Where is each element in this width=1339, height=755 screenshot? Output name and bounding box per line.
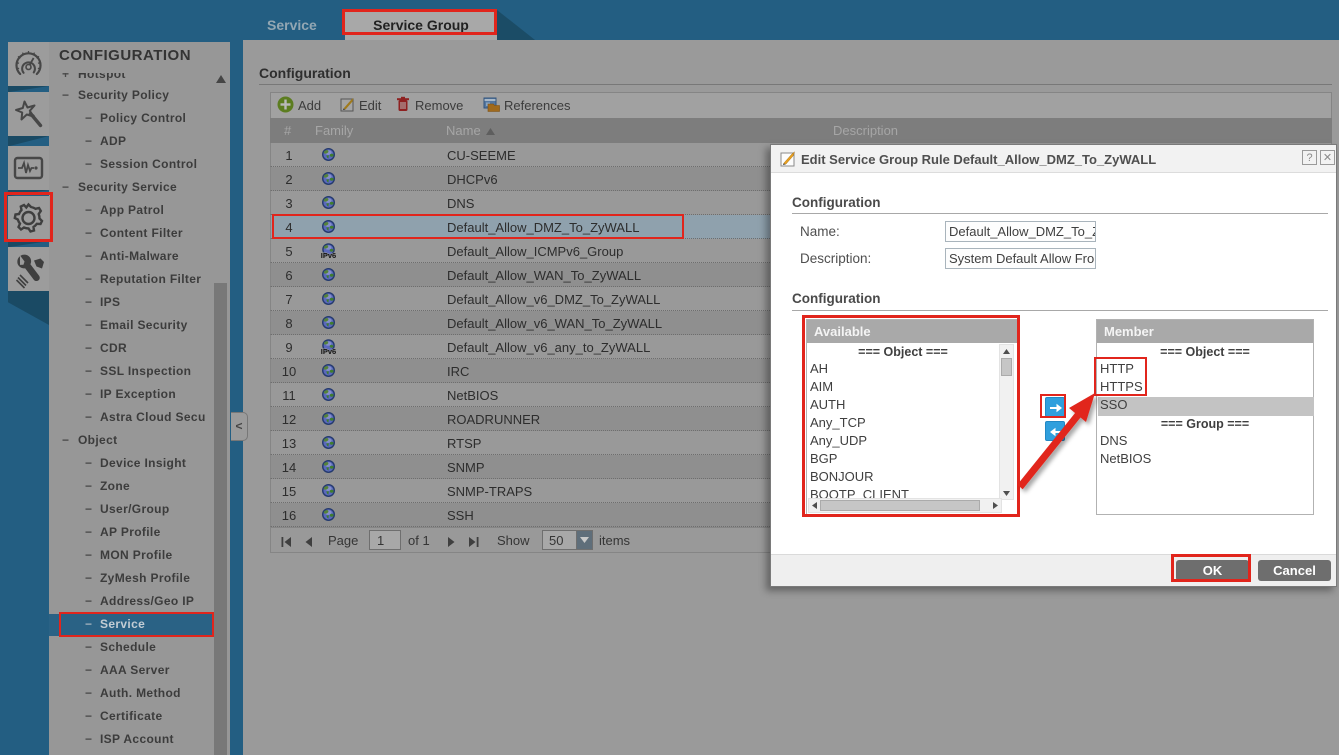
svg-text:IPv6: IPv6 [321,347,336,356]
svg-text:IPv6: IPv6 [321,251,336,260]
